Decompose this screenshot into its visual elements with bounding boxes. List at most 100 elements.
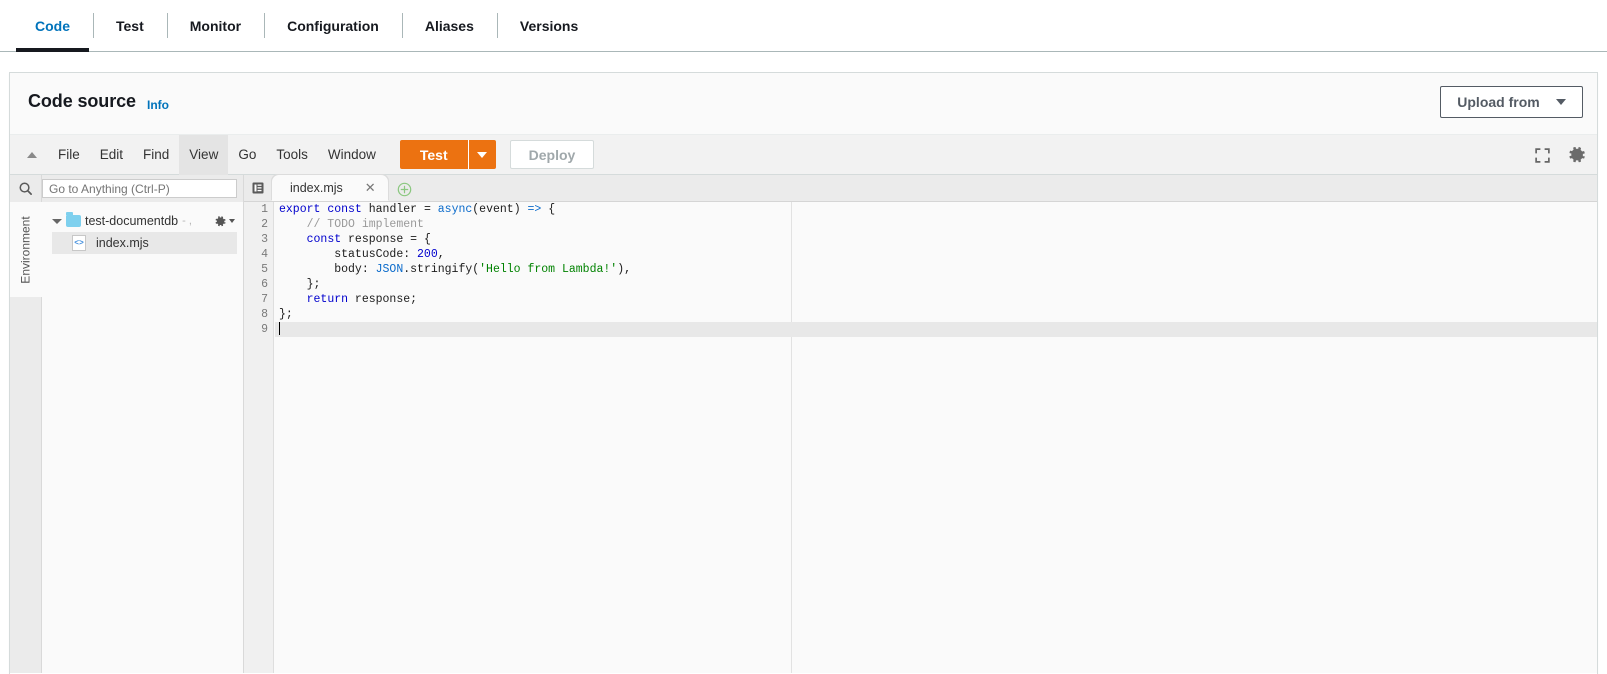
folder-icon <box>66 212 81 227</box>
code-line[interactable]: }; <box>275 277 1597 292</box>
upload-from-button[interactable]: Upload from <box>1440 86 1583 118</box>
code-token: 200 <box>417 248 438 261</box>
code-token: = <box>423 203 438 216</box>
tab-aliases[interactable]: Aliases <box>401 0 497 51</box>
code-line[interactable]: }; <box>275 307 1597 322</box>
line-number: 8 <box>261 308 268 321</box>
editor-tab-index-mjs[interactable]: index.mjs ✕ <box>272 175 388 201</box>
code-token: { <box>541 203 556 216</box>
code-line[interactable] <box>275 322 1597 337</box>
tab-label: Code <box>35 17 70 34</box>
code-line[interactable]: body: JSON.stringify('Hello from Lambda!… <box>275 262 1597 277</box>
code-token: // TODO implement <box>279 218 424 231</box>
go-to-anything-row <box>42 175 243 202</box>
chevron-down-icon <box>1555 99 1566 105</box>
collapse-panel-button[interactable] <box>18 141 46 169</box>
chevron-down-icon[interactable] <box>52 218 62 224</box>
tab-label: Versions <box>519 17 579 34</box>
code-line[interactable]: return response; <box>275 292 1597 307</box>
line-number: 7 <box>261 293 268 306</box>
file-tree-pane: test-documentdb - , <> index.mjs <box>42 175 244 673</box>
code-line[interactable]: const response = { <box>275 232 1597 247</box>
text-cursor <box>279 322 280 335</box>
code-line[interactable]: statusCode: 200, <box>275 247 1597 262</box>
line-number: 6 <box>261 278 268 291</box>
code-source-panel: Code source Info Upload from File Edit Fin… <box>9 72 1598 674</box>
file-list-icon[interactable] <box>244 174 272 201</box>
menu-item-tools[interactable]: Tools <box>266 135 318 175</box>
deploy-button[interactable]: Deploy <box>509 140 595 169</box>
code-token: const <box>327 203 369 216</box>
environment-rail: Environment <box>10 175 42 673</box>
tab-code[interactable]: Code <box>12 0 93 52</box>
menu-item-view[interactable]: View <box>179 134 229 175</box>
code-token: statusCode: <box>279 248 418 261</box>
tab-test[interactable]: Test <box>93 0 167 51</box>
gear-icon[interactable] <box>1567 145 1587 165</box>
code-line[interactable]: // TODO implement <box>275 217 1597 232</box>
expand-icon[interactable] <box>1534 147 1551 164</box>
menu-item-label: View <box>189 147 219 162</box>
test-button[interactable]: Test <box>399 140 468 169</box>
menu-item-group: File Edit Find View Go Tools Window <box>48 134 386 175</box>
line-number-gutter: 1 2 3 4 5 6 7 8 9 <box>244 202 274 673</box>
code-token: body: <box>279 263 376 276</box>
code-token: response; <box>354 293 418 306</box>
chevron-down-icon <box>477 151 488 158</box>
menu-item-window[interactable]: Window <box>318 135 386 175</box>
editor-pane: index.mjs ✕ 1 2 3 4 5 6 7 8 9 export const handl… <box>244 175 1597 673</box>
tab-monitor[interactable]: Monitor <box>166 0 264 51</box>
tab-configuration[interactable]: Configuration <box>264 0 402 51</box>
code-token: return <box>306 293 355 306</box>
environment-tab[interactable]: Environment <box>10 202 42 297</box>
menu-item-label: Edit <box>99 147 124 162</box>
line-number: 5 <box>261 263 268 276</box>
menu-item-label: Tools <box>276 147 308 162</box>
code-token: const <box>306 233 349 246</box>
tree-folder-row[interactable]: test-documentdb - , <box>42 210 243 232</box>
file-tree: test-documentdb - , <> index.mjs <box>42 202 243 254</box>
code-token: => <box>527 203 542 216</box>
ide-body: Environment test-documentdb - , <box>10 175 1597 673</box>
menu-item-file[interactable]: File <box>48 135 90 175</box>
folder-settings-button[interactable] <box>214 215 235 228</box>
test-dropdown-button[interactable] <box>467 140 496 169</box>
code-token: , <box>437 248 445 261</box>
chevron-down-icon <box>229 219 235 223</box>
tab-label: Monitor <box>189 17 242 34</box>
folder-name: test-documentdb <box>85 214 179 228</box>
function-tab-bar: Code Test Monitor Configuration Aliases Versi… <box>0 0 1607 52</box>
tab-versions[interactable]: Versions <box>496 0 601 51</box>
menu-item-label: File <box>58 147 80 162</box>
lambda-code-source-page: Code Test Monitor Configuration Aliases Versi… <box>0 0 1607 674</box>
menu-item-label: Window <box>327 147 376 162</box>
tree-file-row-index-mjs[interactable]: <> index.mjs <box>52 232 237 254</box>
menu-item-find[interactable]: Find <box>133 135 179 175</box>
line-number: 4 <box>261 248 268 261</box>
code-token: export <box>279 203 328 216</box>
code-token: .stringify( <box>403 263 480 276</box>
code-token: async <box>437 203 473 216</box>
environment-tab-label: Environment <box>18 215 33 284</box>
editor-tab-label: index.mjs <box>290 181 343 195</box>
search-icon[interactable] <box>10 175 41 202</box>
tab-label: Test <box>116 17 144 34</box>
menu-item-label: Find <box>143 147 170 162</box>
code-editor[interactable]: 1 2 3 4 5 6 7 8 9 export const handler = async(e… <box>244 202 1597 673</box>
search-input[interactable] <box>42 179 237 198</box>
upload-from-label: Upload from <box>1457 94 1540 110</box>
tab-label: Aliases <box>424 17 474 34</box>
plus-circle-icon[interactable] <box>397 182 412 197</box>
info-link[interactable]: Info <box>147 98 169 112</box>
line-number: 3 <box>261 233 268 246</box>
code-content[interactable]: export const handler = async(event) => {… <box>275 202 1597 673</box>
code-file-icon: <> <box>72 235 86 251</box>
code-line[interactable]: export const handler = async(event) => { <box>275 202 1597 217</box>
line-number: 9 <box>261 323 268 336</box>
ide-menu-bar: File Edit Find View Go Tools Window Test Deplo… <box>10 134 1597 175</box>
close-icon[interactable]: ✕ <box>365 180 376 196</box>
menu-item-go[interactable]: Go <box>228 135 266 175</box>
menu-item-edit[interactable]: Edit <box>90 135 133 175</box>
